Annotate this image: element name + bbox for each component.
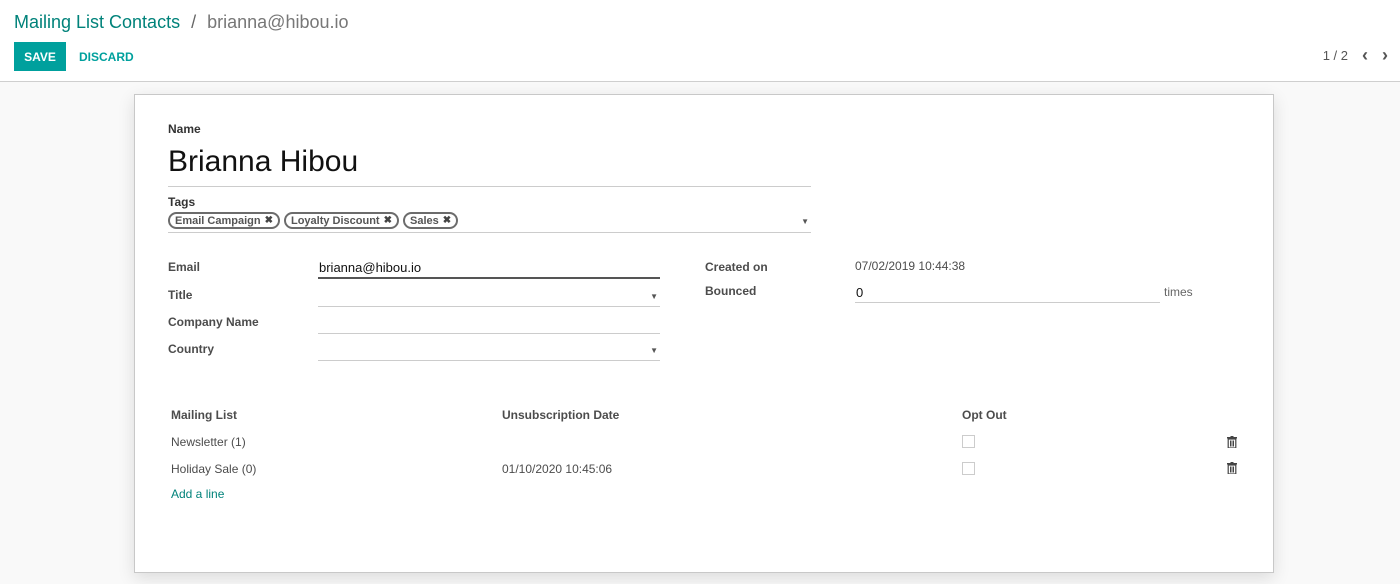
- tag-label: Email Campaign: [175, 214, 261, 227]
- pager-value[interactable]: 1 / 2: [1323, 48, 1348, 63]
- pager: 1 / 2 ‹ ›: [1323, 46, 1388, 64]
- breadcrumb: Mailing List Contacts / brianna@hibou.io: [14, 12, 349, 33]
- remove-tag-icon[interactable]: ✖: [443, 215, 451, 226]
- row-mailing-list[interactable]: Newsletter (1): [171, 435, 246, 449]
- opt-out-checkbox[interactable]: [962, 462, 975, 475]
- tag-label: Loyalty Discount: [290, 214, 380, 227]
- company-name-label: Company Name: [168, 315, 259, 329]
- column-header-opt-out[interactable]: Opt Out: [962, 408, 1007, 422]
- dropdown-caret-icon[interactable]: ▼: [801, 217, 809, 226]
- email-field[interactable]: brianna@hibou.io: [318, 257, 660, 279]
- tag-label: Sales: [409, 214, 439, 227]
- email-label: Email: [168, 260, 201, 274]
- country-select[interactable]: ▼: [318, 339, 660, 361]
- form-sheet: Name Brianna Hibou Tags Email Campaign ✖ …: [134, 94, 1274, 573]
- tags-input[interactable]: Email Campaign ✖ Loyalty Discount ✖ Sales ✖…: [168, 212, 811, 233]
- remove-tag-icon[interactable]: ✖: [384, 215, 392, 226]
- remove-tag-icon[interactable]: ✖: [265, 215, 273, 226]
- email-value: brianna@hibou.io: [319, 260, 422, 275]
- tags-label: Tags: [168, 195, 196, 209]
- discard-button[interactable]: DISCARD: [79, 42, 134, 71]
- save-button[interactable]: SAVE: [14, 42, 66, 71]
- name-input[interactable]: Brianna Hibou: [168, 143, 811, 187]
- dropdown-caret-icon: ▼: [650, 292, 658, 301]
- tag-badge: Email Campaign ✖: [168, 212, 280, 229]
- tag-badge: Sales ✖: [402, 212, 459, 229]
- opt-out-checkbox[interactable]: [962, 435, 975, 448]
- trash-icon[interactable]: [1227, 462, 1237, 474]
- chevron-right-icon[interactable]: ›: [1382, 46, 1388, 64]
- company-name-field[interactable]: [318, 312, 660, 334]
- column-header-unsubscription-date[interactable]: Unsubscription Date: [502, 408, 619, 422]
- created-on-value: 07/02/2019 10:44:38: [855, 259, 966, 273]
- row-mailing-list[interactable]: Holiday Sale (0): [171, 462, 256, 476]
- column-header-mailing-list[interactable]: Mailing List: [171, 408, 237, 422]
- bounced-unit: times: [1164, 285, 1193, 299]
- breadcrumb-parent-link[interactable]: Mailing List Contacts: [14, 12, 180, 32]
- trash-icon[interactable]: [1227, 436, 1237, 448]
- add-line-link[interactable]: Add a line: [171, 487, 224, 501]
- title-label: Title: [168, 288, 193, 302]
- name-value: Brianna Hibou: [168, 145, 359, 178]
- tag-badge: Loyalty Discount ✖: [283, 212, 399, 229]
- created-on-label: Created on: [705, 260, 768, 274]
- title-select[interactable]: ▼: [318, 285, 660, 307]
- country-label: Country: [168, 342, 214, 356]
- dropdown-caret-icon: ▼: [650, 346, 658, 355]
- bounced-label: Bounced: [705, 284, 757, 298]
- bounced-value: 0: [856, 285, 864, 300]
- bounced-field[interactable]: 0: [855, 281, 1160, 303]
- row-unsubscription-date[interactable]: 01/10/2020 10:45:06: [502, 462, 612, 476]
- breadcrumb-separator: /: [191, 12, 197, 32]
- chevron-left-icon[interactable]: ‹: [1362, 46, 1368, 64]
- breadcrumb-current: brianna@hibou.io: [207, 12, 349, 32]
- control-panel: Mailing List Contacts / brianna@hibou.io…: [0, 0, 1400, 82]
- name-label: Name: [168, 122, 201, 136]
